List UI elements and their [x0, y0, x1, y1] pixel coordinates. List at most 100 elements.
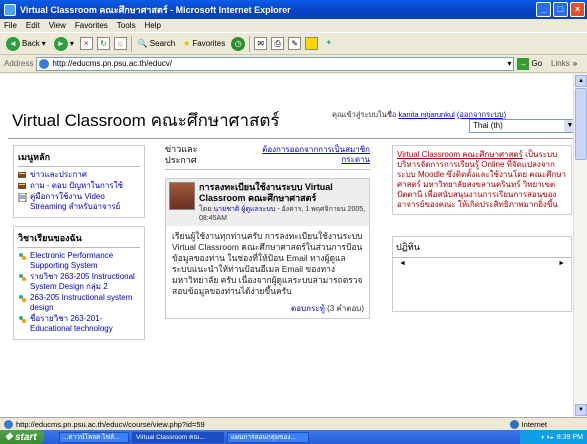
menu-file[interactable]: File — [4, 21, 17, 30]
menu-edit[interactable]: Edit — [26, 21, 40, 30]
course-item[interactable]: รายวิชา 263-205 Instructional System Des… — [18, 272, 140, 292]
back-label: Back — [22, 39, 40, 48]
search-icon: 🔍 — [137, 39, 148, 48]
dropdown-arrow-icon: ▾ — [69, 39, 74, 48]
menu-view[interactable]: View — [49, 21, 66, 30]
calendar-nav: ◄ ► — [393, 258, 571, 269]
address-input[interactable]: http://educms.pn.psu.ac.th/educv/ ▾ — [36, 56, 515, 71]
left-column: เมนูหลัก ข่าวและประกาศ ถาม - ตอบ ปัญหาใน… — [13, 145, 145, 340]
language-select[interactable]: Thai (th) ▼ — [469, 119, 577, 133]
home-icon[interactable]: ⌂ — [113, 37, 127, 50]
next-month-button[interactable]: ► — [558, 260, 565, 267]
history-icon[interactable]: ◷ — [231, 36, 246, 51]
forward-button[interactable]: ► ▾ — [52, 35, 76, 53]
taskbar-item[interactable]: ...ดาวน์โหลด ไฟล์... — [59, 431, 129, 443]
calendar-block: ปฏิทิน ◄ ► — [392, 236, 572, 312]
mail-icon[interactable]: ✉ — [254, 37, 268, 50]
links-button[interactable]: Links — [551, 59, 570, 68]
course-item[interactable]: Electronic Performance Supporting System — [18, 251, 140, 271]
vertical-scrollbar[interactable]: ▲ ▼ — [573, 74, 587, 417]
course-icon — [19, 253, 26, 260]
zone-label: Internet — [521, 419, 547, 429]
course-item[interactable]: 263-205 Instructional system design — [18, 293, 140, 313]
main-menu-item-label: ถาม - ตอบ ปัญหาในการใช้ — [30, 181, 124, 190]
minimize-button[interactable]: _ — [536, 2, 551, 17]
taskbar-item[interactable]: Virtual Classroom คณ... — [132, 431, 224, 443]
unsubscribe-link[interactable]: ต้องการออกจากการเป็นสมาชิกกระดาน — [260, 145, 370, 167]
start-button[interactable]: ❖ start — [0, 430, 44, 444]
my-courses-title: วิชาเรียนของฉัน — [18, 231, 140, 248]
reply-count: (3 คำตอบ) — [327, 304, 364, 313]
divider — [8, 138, 581, 139]
news-header: ข่าวและประกาศ ต้องการออกจากการเป็นสมาชิก… — [165, 145, 370, 170]
start-label: start — [14, 431, 37, 443]
back-button[interactable]: ◄ Back ▾ — [4, 35, 48, 53]
globe-icon — [509, 419, 519, 429]
separator — [130, 35, 132, 52]
forward-arrow-icon: ► — [53, 36, 68, 51]
post-footer: ตอบกระทู้ (3 คำตอบ) — [166, 302, 369, 318]
chevron-right-icon[interactable]: » — [573, 59, 577, 68]
dropdown-arrow-icon[interactable]: ▾ — [507, 59, 513, 68]
post-subject: การลงทะเบียนใช้งานระบบ Virtual Classroom… — [199, 182, 333, 203]
taskbar-item[interactable]: แผนการสอนกลุ่มของ... — [227, 431, 309, 443]
main-menu-block: เมนูหลัก ข่าวและประกาศ ถาม - ตอบ ปัญหาใน… — [13, 145, 145, 218]
right-column: Virtual Classroom คณะศึกษาศาสตร์ เป็นระบ… — [392, 145, 572, 312]
address-bar: Address http://educms.pn.psu.ac.th/educv… — [0, 55, 587, 73]
about-highlight: Virtual Classroom คณะศึกษาศาสตร์ — [397, 150, 523, 159]
main-menu-item[interactable]: ถาม - ตอบ ปัญหาในการใช้ — [18, 181, 140, 191]
messenger-icon[interactable]: ✦ — [322, 37, 335, 50]
print-icon[interactable]: ⎙ — [271, 37, 285, 50]
go-button[interactable]: → Go — [517, 57, 543, 70]
search-label: Search — [149, 39, 176, 48]
toolbar: ◄ Back ▾ ► ▾ × ↻ ⌂ 🔍 Search ★ Favorites … — [0, 33, 587, 55]
course-item[interactable]: ชื่อรายวิชา 263-201- Educational technol… — [18, 314, 140, 334]
menu-tools[interactable]: Tools — [117, 21, 136, 30]
refresh-icon[interactable]: ↻ — [96, 37, 110, 50]
clock: 8:39 PM — [556, 433, 583, 441]
edit-icon[interactable]: ✎ — [288, 37, 302, 50]
search-button[interactable]: 🔍 Search — [136, 35, 177, 53]
tray-icons[interactable]: ◐◑◒ — [541, 434, 554, 441]
prev-month-button[interactable]: ◄ — [399, 260, 406, 267]
page-icon — [4, 419, 13, 429]
main-menu-title: เมนูหลัก — [18, 150, 140, 167]
scroll-down-icon[interactable]: ▼ — [575, 404, 587, 416]
document-icon — [18, 193, 27, 202]
main-menu-item-label: คู่มือการใช้งาน Video Streaming สำหรับอา… — [30, 192, 121, 211]
close-button[interactable]: × — [570, 2, 585, 17]
status-bar: http://educms.pn.psu.ac.th/educv/course/… — [0, 417, 587, 430]
main-menu-item[interactable]: ข่าวและประกาศ — [18, 170, 140, 180]
back-arrow-icon: ◄ — [6, 36, 20, 51]
address-url: http://educms.pn.psu.ac.th/educv/ — [52, 59, 172, 68]
scroll-up-icon[interactable]: ▲ — [575, 75, 587, 87]
about-block: Virtual Classroom คณะศึกษาศาสตร์ เป็นระบ… — [392, 145, 572, 215]
avatar[interactable] — [169, 182, 195, 210]
taskbar: ❖ start ...ดาวน์โหลด ไฟล์... Virtual Cla… — [0, 430, 587, 444]
menu-help[interactable]: Help — [144, 21, 160, 30]
language-value: Thai (th) — [473, 121, 503, 130]
news-column: ข่าวและประกาศ ต้องการออกจากการเป็นสมาชิก… — [165, 145, 370, 417]
menu-favorites[interactable]: Favorites — [75, 21, 108, 30]
status-url: http://educms.pn.psu.ac.th/educv/course/… — [16, 419, 205, 429]
zone-indicator: Internet — [509, 419, 547, 429]
page-icon — [39, 58, 50, 69]
favorites-label: Favorites — [192, 39, 226, 48]
post-author-link[interactable]: นายชาติ ผู้ดูแลระบบ — [213, 206, 275, 213]
maximize-button[interactable]: □ — [553, 2, 568, 17]
my-courses-block: วิชาเรียนของฉัน Electronic Performance S… — [13, 226, 145, 340]
login-prefix: คุณเข้าสู่ระบบในชื่อ — [332, 110, 397, 119]
user-name-link[interactable]: kanita nitjarunkul — [399, 110, 455, 119]
main-menu-item[interactable]: คู่มือการใช้งาน Video Streaming สำหรับอา… — [18, 192, 140, 212]
folder-icon[interactable] — [305, 37, 319, 50]
scroll-thumb[interactable] — [575, 88, 587, 160]
post-meta: โดย นายชาติ ผู้ดูแลระบบ - อังคาร, 1 พฤศจ… — [199, 205, 366, 223]
separator — [249, 35, 251, 52]
go-label: Go — [531, 59, 543, 68]
reply-link[interactable]: ตอบกระทู้ — [291, 304, 325, 313]
logout-link[interactable]: (ออกจากระบบ) — [457, 110, 506, 119]
stop-icon[interactable]: × — [79, 37, 93, 50]
main-menu-item-label: ข่าวและประกาศ — [30, 170, 87, 179]
favorites-button[interactable]: ★ Favorites — [181, 35, 227, 53]
star-icon: ★ — [183, 39, 191, 48]
